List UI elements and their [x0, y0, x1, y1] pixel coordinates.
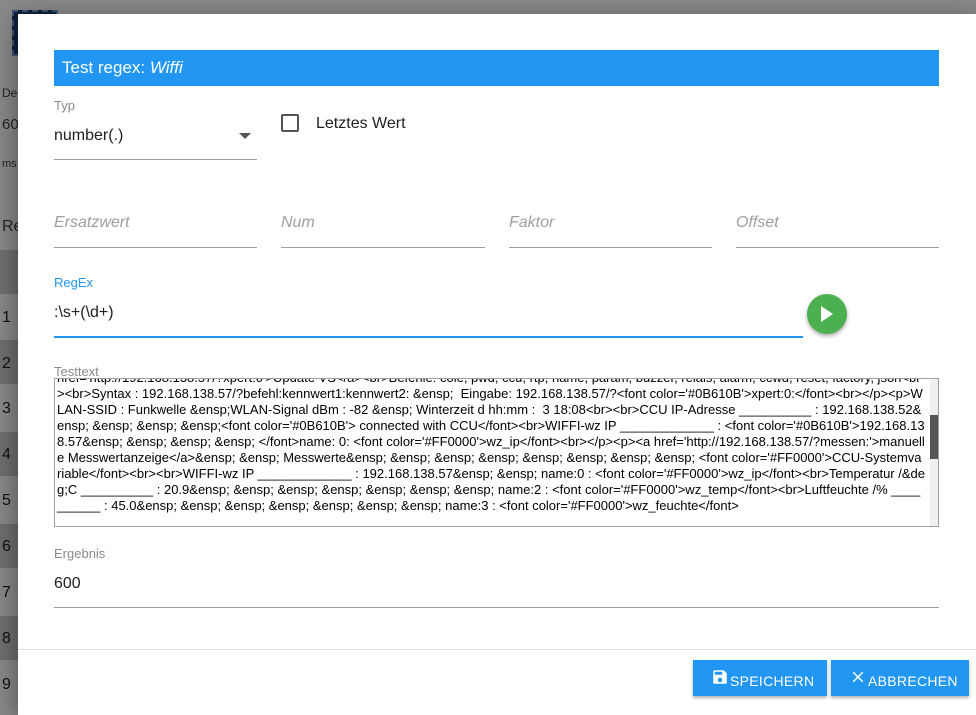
save-button[interactable]: Speichern	[693, 660, 827, 696]
regex-label: RegEx	[54, 275, 94, 290]
faktor-input[interactable]: Faktor	[509, 214, 554, 232]
close-icon	[852, 671, 864, 683]
ersatzwert-underline	[54, 247, 257, 248]
num-input[interactable]: Num	[281, 214, 315, 232]
num-underline	[281, 247, 485, 248]
testtext-content: href='http://192.168.138.57/?xpert:0'>Up…	[57, 379, 925, 513]
run-regex-button[interactable]	[807, 294, 847, 334]
testtext-scrollbar[interactable]	[930, 379, 938, 526]
letztes-wert-label[interactable]: Letztes Wert	[316, 115, 406, 133]
regex-underline	[54, 336, 803, 338]
typ-label: Typ	[54, 98, 75, 113]
dialog-title-device: Wiffi	[149, 58, 183, 77]
testtext-scrollbar-thumb[interactable]	[930, 415, 938, 459]
cancel-button[interactable]: Abbrechen	[831, 660, 969, 696]
offset-underline	[736, 247, 939, 248]
dialog-title-prefix: Test regex:	[62, 58, 150, 77]
footer-divider	[18, 649, 976, 650]
ergebnis-label: Ergebnis	[54, 546, 106, 561]
typ-select[interactable]: number(.)	[54, 118, 257, 160]
typ-select-value: number(.)	[54, 127, 124, 144]
letztes-wert-checkbox[interactable]	[281, 114, 299, 132]
regex-test-dialog: Test regex: Wiffi Typ number(.) Letztes …	[18, 14, 976, 715]
offset-input[interactable]: Offset	[736, 214, 779, 232]
floppy-disk-icon	[713, 670, 727, 684]
regex-input[interactable]: :\s+(\d+)	[54, 304, 114, 322]
ergebnis-value: 600	[54, 575, 81, 592]
ersatzwert-input[interactable]: Ersatzwert	[54, 214, 130, 232]
typ-underline	[54, 159, 257, 160]
ergebnis-underline	[54, 607, 939, 608]
testtext-area[interactable]: href='http://192.168.138.57/?xpert:0'>Up…	[54, 378, 939, 527]
testtext-label: Testtext	[54, 364, 99, 379]
faktor-underline	[509, 247, 712, 248]
save-button-label: Speichern	[730, 673, 815, 689]
caret-down-icon	[239, 133, 251, 139]
cancel-button-label: Abbrechen	[868, 673, 958, 689]
play-icon	[821, 306, 833, 322]
dialog-title: Test regex: Wiffi	[54, 50, 939, 86]
